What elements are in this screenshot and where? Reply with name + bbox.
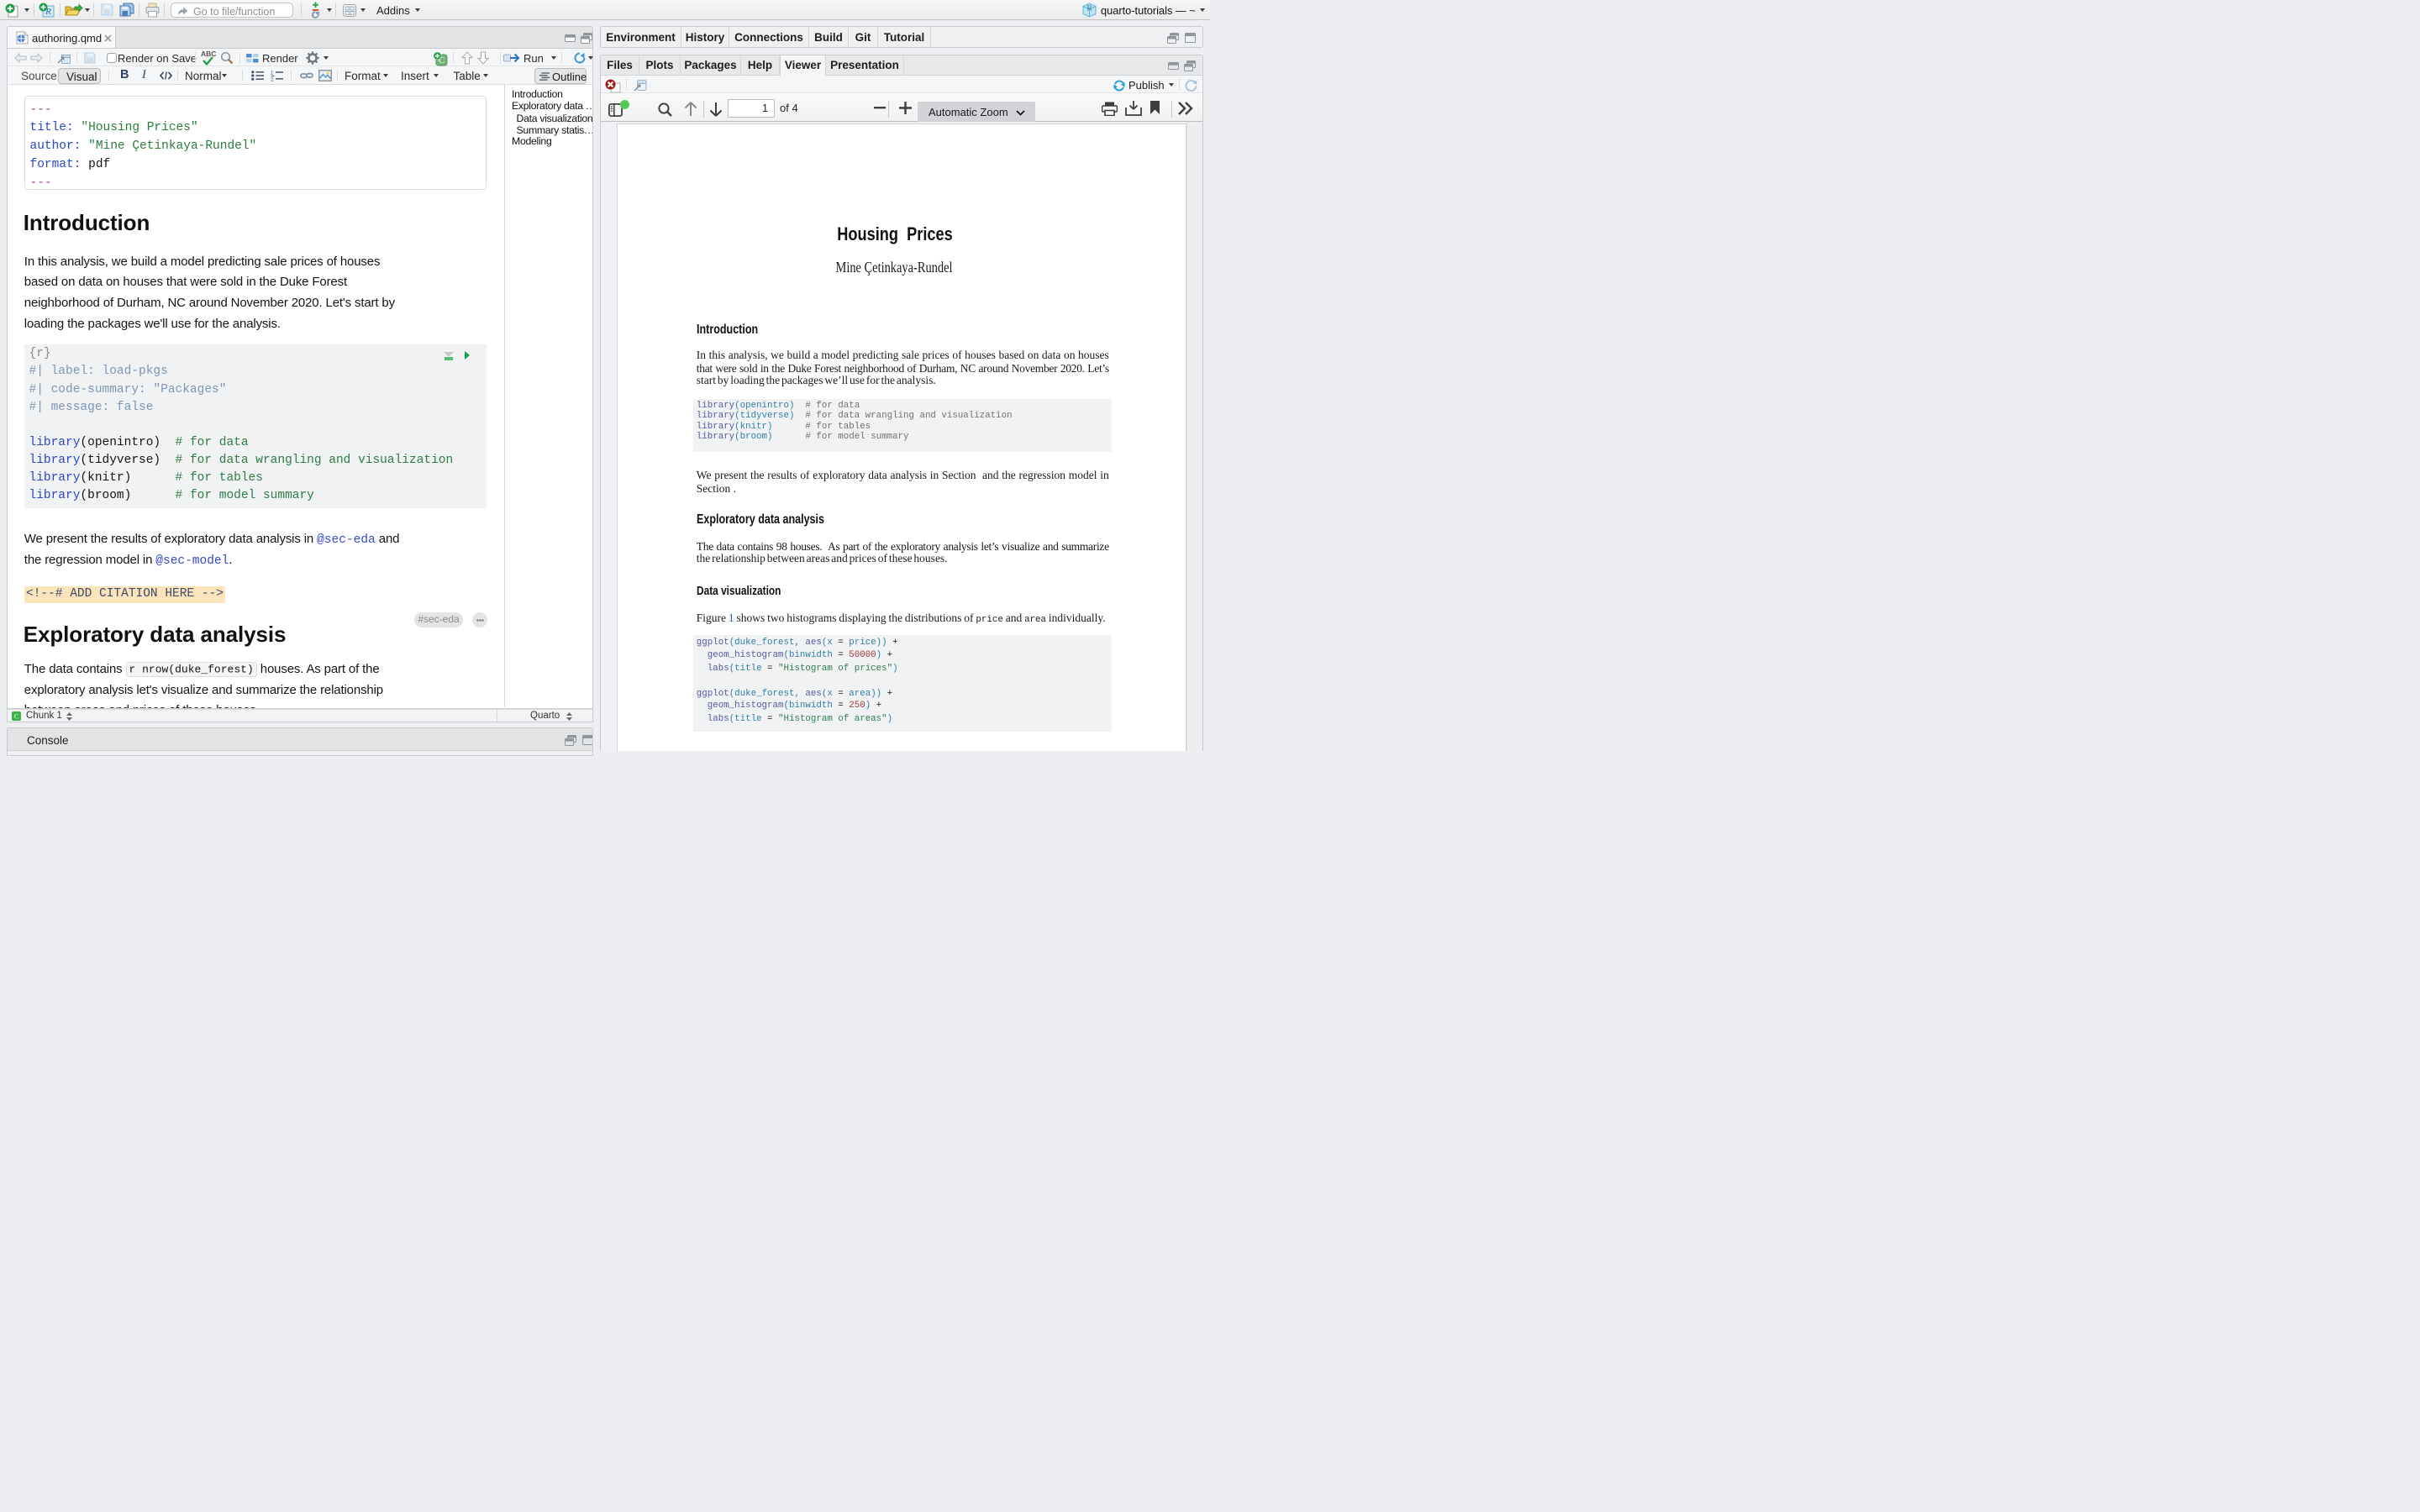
svg-text:1: 1 bbox=[271, 71, 274, 76]
svg-text:2: 2 bbox=[271, 77, 274, 82]
svg-text:C: C bbox=[14, 713, 18, 721]
svg-text:R: R bbox=[1086, 5, 1092, 13]
